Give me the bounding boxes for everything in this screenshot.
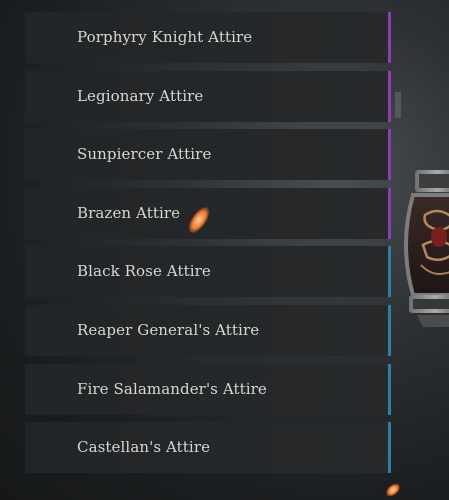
attire-item-label: Black Rose Attire [77,262,211,281]
attire-item-label: Reaper General's Attire [77,320,260,339]
attire-item-legionary[interactable]: Legionary Attire [25,70,391,122]
attire-screen: Porphyry Knight Attire Legionary Attire … [0,0,449,500]
rarity-bar [388,129,391,181]
rarity-bar [388,246,391,298]
attire-item-label: Fire Salamander's Attire [77,379,267,398]
attire-item-label: Castellan's Attire [77,438,211,457]
attire-item-castellan[interactable]: Castellan's Attire [25,422,391,474]
attire-item-label: Brazen Attire [77,203,181,222]
attire-item-sunpiercer[interactable]: Sunpiercer Attire [25,129,391,181]
ember-particle [383,481,403,499]
rarity-bar [388,12,391,63]
rarity-bar [388,187,391,239]
list-scrollbar[interactable] [395,92,401,118]
rarity-bar [388,304,391,356]
rarity-bar [388,422,391,474]
rarity-bar [388,70,391,122]
attire-item-label: Sunpiercer Attire [77,145,212,164]
attire-item-label: Legionary Attire [77,86,204,105]
attire-item-reaper-general[interactable]: Reaper General's Attire [25,304,391,356]
armor-preview-icon [404,170,449,327]
rarity-bar [388,363,391,415]
attire-item-porphyry-knight[interactable]: Porphyry Knight Attire [25,12,391,63]
attire-item-black-rose[interactable]: Black Rose Attire [25,246,391,298]
attire-list: Porphyry Knight Attire Legionary Attire … [25,12,391,481]
attire-item-fire-salamander[interactable]: Fire Salamander's Attire [25,363,391,415]
attire-item-label: Porphyry Knight Attire [77,28,253,46]
